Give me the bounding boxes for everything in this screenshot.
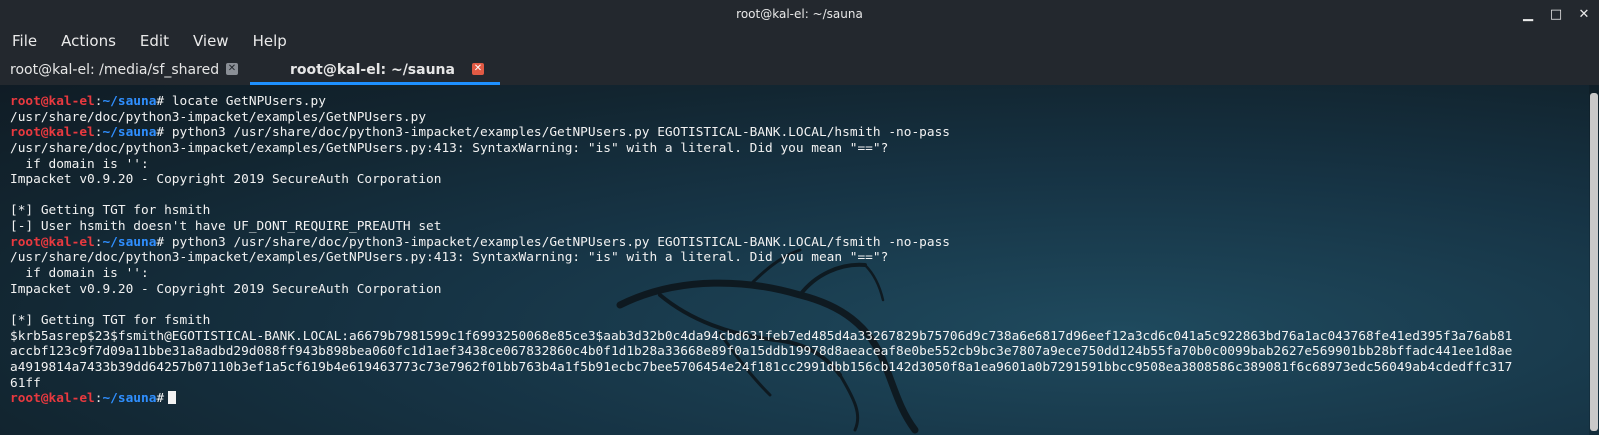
output-line: [-] User hsmith doesn't have UF_DONT_REQ… — [10, 219, 1585, 235]
text-cursor — [168, 391, 177, 405]
output-text: Impacket v0.9.20 - Copyright 2019 Secure… — [10, 172, 442, 188]
command-text: locate GetNPUsers.py — [164, 94, 326, 109]
output-text: accbf123c9f7d09a11bbe31a8adbd29d088ff943… — [10, 344, 1513, 360]
output-text: 61ff — [10, 375, 41, 391]
output-line: a4919814a7433b39dd64257b07110b3ef1a5cf61… — [10, 360, 1585, 376]
prompt-user: root@kal-el — [10, 234, 95, 250]
prompt-path: ~/sauna — [102, 391, 157, 407]
output-line: /usr/share/doc/python3-impacket/examples… — [10, 141, 1585, 157]
scrollbar-track[interactable] — [1589, 85, 1599, 435]
prompt-symbol: # — [156, 234, 165, 250]
menu-bar: File Actions Edit View Help — [0, 28, 1599, 54]
output-text: Impacket v0.9.20 - Copyright 2019 Secure… — [10, 281, 442, 297]
prompt-user: root@kal-el — [10, 125, 95, 141]
title-bar: root@kal-el: ~/sauna ▁ □ ✕ — [0, 0, 1599, 28]
window-title: root@kal-el: ~/sauna — [736, 7, 863, 21]
output-text: /usr/share/doc/python3-impacket/examples… — [10, 140, 889, 156]
output-line: Impacket v0.9.20 - Copyright 2019 Secure… — [10, 282, 1585, 298]
prompt-user: root@kal-el — [10, 391, 95, 407]
prompt-path: ~/sauna — [102, 94, 157, 109]
tab-label: root@kal-el: ~/sauna — [290, 61, 455, 78]
menu-view[interactable]: View — [181, 32, 241, 50]
menu-actions[interactable]: Actions — [49, 32, 128, 50]
output-text: /usr/share/doc/python3-impacket/examples… — [10, 109, 427, 125]
output-line: Impacket v0.9.20 - Copyright 2019 Secure… — [10, 172, 1585, 188]
output-text: /usr/share/doc/python3-impacket/examples… — [10, 250, 889, 266]
output-text: $krb5asrep$23$fsmith@EGOTISTICAL-BANK.LO… — [10, 328, 1513, 344]
menu-edit[interactable]: Edit — [128, 32, 181, 50]
tab-label: root@kal-el: /media/sf_shared — [10, 61, 220, 78]
window-controls: ▁ □ ✕ — [1521, 0, 1591, 28]
output-line: /usr/share/doc/python3-impacket/examples… — [10, 110, 1585, 126]
output-text: [*] Getting TGT for hsmith — [10, 203, 211, 219]
prompt-line: root@kal-el:~/sauna# python3 /usr/share/… — [10, 235, 1585, 251]
minimize-icon[interactable]: ▁ — [1521, 7, 1535, 22]
output-text: [*] Getting TGT for fsmith — [10, 312, 211, 328]
output-line: if domain is '': — [10, 157, 1585, 173]
command-text: python3 /usr/share/doc/python3-impacket/… — [164, 125, 950, 141]
output-line: accbf123c9f7d09a11bbe31a8adbd29d088ff943… — [10, 344, 1585, 360]
scrollbar-thumb[interactable] — [1590, 93, 1598, 431]
output-line: /usr/share/doc/python3-impacket/examples… — [10, 250, 1585, 266]
output-text: a4919814a7433b39dd64257b07110b3ef1a5cf61… — [10, 359, 1513, 375]
prompt-symbol: # — [156, 94, 165, 109]
output-line: $krb5asrep$23$fsmith@EGOTISTICAL-BANK.LO… — [10, 329, 1585, 345]
prompt-line: root@kal-el:~/sauna# — [10, 391, 1585, 407]
tab-sf-shared[interactable]: root@kal-el: /media/sf_shared ✕ — [0, 54, 250, 85]
prompt-line: root@kal-el:~/sauna# python3 /usr/share/… — [10, 125, 1585, 141]
close-icon[interactable]: ✕ — [1577, 7, 1591, 22]
prompt-symbol: # — [156, 391, 165, 407]
tab-bar: root@kal-el: /media/sf_shared ✕ root@kal… — [0, 54, 1599, 85]
output-text: if domain is '': — [10, 266, 149, 282]
output-line: [*] Getting TGT for hsmith — [10, 203, 1585, 219]
output-line: [*] Getting TGT for fsmith — [10, 313, 1585, 329]
tab-sauna[interactable]: root@kal-el: ~/sauna ✕ — [250, 54, 500, 85]
terminal-area[interactable]: root@kal-el:~/sauna# locate GetNPUsers.p… — [0, 85, 1599, 435]
command-text: python3 /usr/share/doc/python3-impacket/… — [164, 234, 950, 250]
menu-help[interactable]: Help — [241, 32, 299, 50]
tab-close-icon[interactable]: ✕ — [226, 63, 238, 75]
prompt-path: ~/sauna — [102, 234, 157, 250]
output-line: if domain is '': — [10, 266, 1585, 282]
prompt-user: root@kal-el — [10, 94, 95, 109]
output-text: [-] User hsmith doesn't have UF_DONT_REQ… — [10, 219, 442, 235]
output-text: if domain is '': — [10, 156, 149, 172]
prompt-line: root@kal-el:~/sauna# locate GetNPUsers.p… — [10, 94, 1585, 110]
maximize-icon[interactable]: □ — [1549, 7, 1563, 22]
terminal-output: root@kal-el:~/sauna# locate GetNPUsers.p… — [10, 94, 1585, 407]
prompt-symbol: # — [156, 125, 165, 141]
output-line: 61ff — [10, 376, 1585, 392]
menu-file[interactable]: File — [0, 32, 49, 50]
tab-close-icon[interactable]: ✕ — [472, 63, 484, 75]
prompt-path: ~/sauna — [102, 125, 157, 141]
